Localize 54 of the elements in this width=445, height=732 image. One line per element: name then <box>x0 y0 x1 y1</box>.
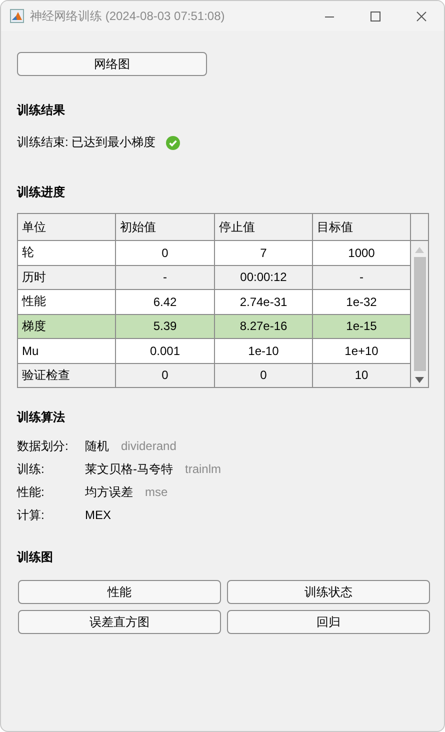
table-cell: 0 <box>116 364 215 387</box>
table-cell: 1e-10 <box>215 339 313 364</box>
plot-button[interactable]: 性能 <box>18 580 221 604</box>
app-icon <box>10 9 24 23</box>
table-cell: 0.001 <box>116 339 215 364</box>
network-diagram-button[interactable]: 网络图 <box>17 52 207 76</box>
field-value: MEX <box>85 508 112 522</box>
table-cell: 梯度 <box>18 314 116 339</box>
result-message: 训练结束: 已达到最小梯度 <box>17 134 156 151</box>
table-cell: 1e-32 <box>313 290 411 314</box>
table-cell: 5.39 <box>116 314 215 339</box>
function-name: mse <box>145 485 168 499</box>
column-header: 停止值 <box>215 214 313 241</box>
field-value: 均方误差 <box>85 484 133 500</box>
window-title: 神经网络训练 (2024-08-03 07:51:08) <box>30 8 226 24</box>
section-heading: 训练结果 <box>17 102 66 119</box>
table-cell: 0 <box>116 241 215 266</box>
table-cell: 轮 <box>18 241 116 266</box>
scroll-down-icon[interactable] <box>415 377 424 383</box>
field-value: 随机 <box>85 438 109 454</box>
column-header: 单位 <box>18 214 116 241</box>
function-name: trainlm <box>185 462 222 476</box>
field-label: 计算: <box>17 506 46 524</box>
table-cell: 00:00:12 <box>215 266 313 290</box>
table-cell: - <box>116 266 215 290</box>
plot-button[interactable]: 训练状态 <box>227 580 430 604</box>
function-name: dividerand <box>121 439 176 453</box>
maximize-icon[interactable] <box>370 10 380 22</box>
section-heading: 训练算法 <box>17 409 66 426</box>
section-heading: 训练进度 <box>17 184 66 201</box>
column-header: 目标值 <box>313 214 411 241</box>
table-cell: 1000 <box>313 241 411 266</box>
table-cell: 6.42 <box>116 290 215 314</box>
field-value: 莱文贝格-马夸特 <box>85 460 173 478</box>
table-cell: 2.74e-31 <box>215 290 313 314</box>
section-heading: 训练图 <box>17 549 54 566</box>
plot-button[interactable]: 回归 <box>227 610 430 634</box>
table-cell: 历时 <box>18 266 116 290</box>
table-cell: Mu <box>18 339 116 364</box>
table-cell: 1e-15 <box>313 314 411 339</box>
table-cell: - <box>313 266 411 290</box>
table-cell: 1e+10 <box>313 339 411 364</box>
close-icon[interactable] <box>416 10 426 22</box>
table-cell: 10 <box>313 364 411 387</box>
field-label: 性能: <box>17 484 46 500</box>
plot-button[interactable]: 误差直方图 <box>18 610 221 634</box>
table-cell: 8.27e-16 <box>215 314 313 339</box>
field-label: 数据划分: <box>17 438 70 454</box>
table-cell: 性能 <box>18 290 116 314</box>
table-cell: 7 <box>215 241 313 266</box>
table-cell: 0 <box>215 364 313 387</box>
field-label: 训练: <box>17 460 46 478</box>
table-cell: 验证检查 <box>18 364 116 387</box>
column-header: 初始值 <box>116 214 215 241</box>
